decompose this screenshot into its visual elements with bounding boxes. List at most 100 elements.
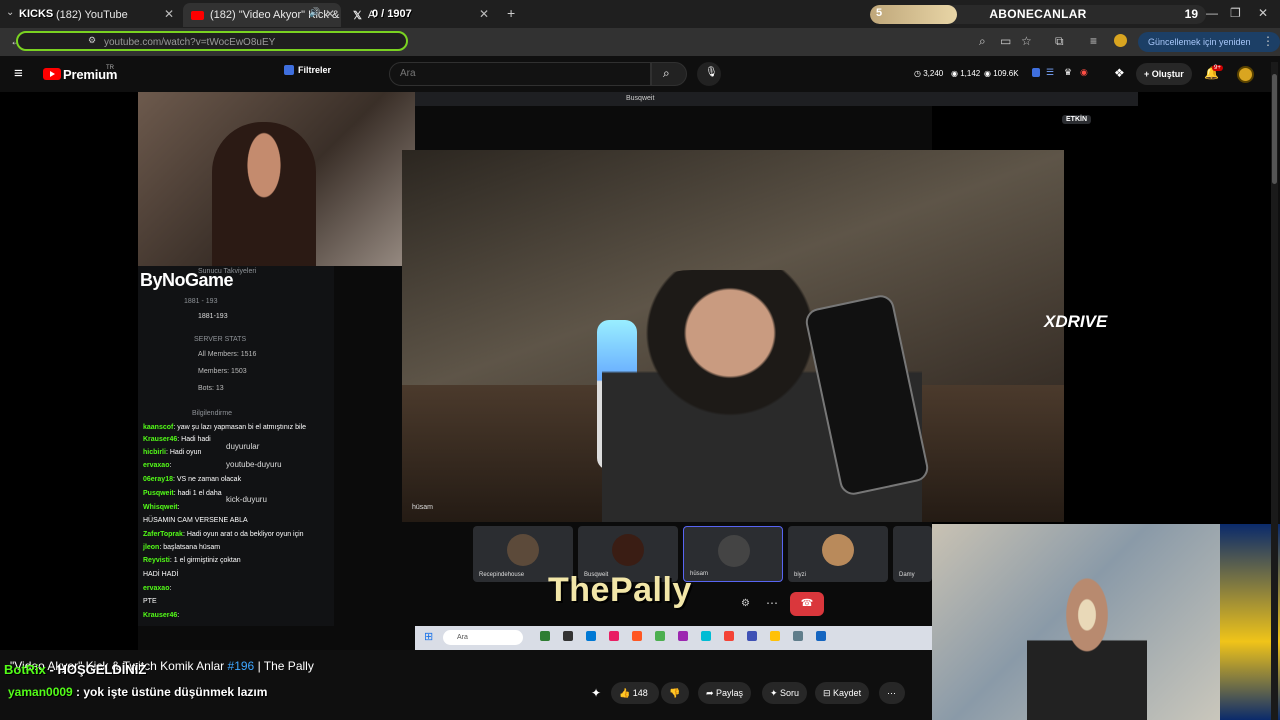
new-tab-button[interactable]: +: [507, 5, 515, 21]
maximize-icon[interactable]: ❐: [1230, 6, 1241, 20]
chat-username: ZaferToprak: [143, 531, 183, 538]
taskbar-app-icon[interactable]: [655, 631, 665, 641]
taskbar-app-icon[interactable]: [816, 631, 826, 641]
participant-name: Damy: [899, 572, 915, 578]
chat-username: ervaxao: [143, 462, 170, 469]
close-icon[interactable]: ✕: [325, 7, 335, 21]
url-text[interactable]: youtube.com/watch?v=tWocEwO8uEY: [104, 37, 275, 48]
taskbar-app-icon[interactable]: [609, 631, 619, 641]
save-button[interactable]: ⊟ Kaydet: [815, 682, 870, 704]
windows-start-icon[interactable]: ⊞: [424, 630, 433, 643]
stat-b-value: 1,142: [960, 69, 981, 78]
voice-search-button[interactable]: 🎙: [697, 62, 721, 86]
tab-menu-icon[interactable]: ⌄: [6, 7, 14, 18]
chat-message: :: [169, 585, 172, 592]
ask-button[interactable]: ✦ Soru: [762, 682, 808, 704]
bookmark-star-icon[interactable]: ☆: [1021, 34, 1032, 48]
reading-list-icon[interactable]: ≡: [1090, 34, 1097, 48]
list-icon[interactable]: ☰: [1046, 67, 1054, 78]
more-actions-button[interactable]: ⋯: [879, 682, 905, 704]
browser-menu-icon[interactable]: ⋮: [1262, 34, 1274, 48]
youtube-icon: [191, 10, 204, 20]
participant-tile[interactable]: Damy: [893, 526, 932, 582]
discord-stream-view: [402, 150, 1064, 522]
chat-username: kaanscof: [143, 424, 174, 431]
tab-youtube[interactable]: (182) YouTube ✕: [48, 3, 180, 27]
tab-video[interactable]: (182) "Video Akyor" Kick & 🔊 ✕: [183, 3, 341, 27]
more-icon[interactable]: ⋯: [766, 596, 778, 610]
discord-side-item: 1881 - 193: [184, 298, 218, 305]
stat-c: ◉ 109.6K: [984, 69, 1019, 78]
chat-line: Krauser46:: [143, 612, 179, 619]
taskbar-app-icon[interactable]: [701, 631, 711, 641]
participant-tile[interactable]: biyzi: [788, 526, 888, 582]
stat-a-value: 3,240: [923, 69, 944, 78]
extensions-icon[interactable]: ⧉: [1055, 34, 1064, 49]
share-label: Paylaş: [716, 688, 744, 698]
stat-b: ◉ 1,142: [951, 69, 981, 78]
taskbar-app-icon[interactable]: [678, 631, 688, 641]
minimize-icon[interactable]: —: [1206, 6, 1218, 20]
taskbar-app-icon[interactable]: [724, 631, 734, 641]
chat-message: :: [177, 504, 180, 511]
search-button[interactable]: ⌕: [651, 62, 687, 86]
cup-icon[interactable]: ♛: [1064, 67, 1072, 78]
dislike-button[interactable]: 👎: [661, 682, 689, 704]
taskbar-app-icon[interactable]: [747, 631, 757, 641]
site-info-icon[interactable]: ⚙: [88, 35, 96, 46]
extension-icon[interactable]: [1032, 68, 1040, 77]
microphone-icon: 🎙: [705, 67, 718, 78]
youtube-logo-icon[interactable]: [43, 68, 61, 80]
chat-username: Pusqweit: [143, 490, 174, 497]
taskbar-search[interactable]: Ara: [443, 630, 523, 645]
zoom-icon[interactable]: ⌕: [979, 34, 986, 49]
profile-icon[interactable]: [1114, 34, 1127, 47]
avatar[interactable]: [1237, 66, 1254, 83]
chat-line: HÜSAMIN CAM VERSENE ABLA: [143, 517, 248, 524]
search-input[interactable]: Ara: [389, 62, 651, 86]
avatar: [718, 535, 750, 567]
scrollbar-thumb[interactable]: [1272, 74, 1277, 184]
avatar: [612, 534, 644, 566]
close-icon[interactable]: ✕: [164, 7, 174, 21]
subscriber-goal-label: ABONECANLAR: [989, 7, 1087, 21]
restart-to-update-button[interactable]: Güncellemek için yeniden başlat: [1138, 32, 1280, 67]
apps-icon[interactable]: ❖: [1114, 66, 1125, 80]
streamer-facecam: [138, 92, 415, 266]
discord-side-item: SERVER STATS: [194, 336, 247, 343]
taskbar-app-icon[interactable]: [586, 631, 596, 641]
tab-x[interactable]: 𝕏 A ✕: [345, 3, 495, 27]
taskbar-app-icon[interactable]: [770, 631, 780, 641]
chat-line: PTE: [143, 598, 157, 605]
filters-label: Filtreler: [298, 65, 332, 75]
chat-line: ervaxao:: [143, 462, 171, 469]
chat-username: ervaxao: [143, 585, 170, 592]
chat-line: jleon: başlatsana hüsam: [143, 544, 220, 551]
speaker-name: hüsam: [412, 504, 434, 511]
taskbar-app-icon[interactable]: [793, 631, 803, 641]
like-button[interactable]: 👍 148: [611, 682, 659, 704]
page-scrollbar[interactable]: [1271, 62, 1278, 720]
create-button[interactable]: + Oluştur: [1136, 63, 1192, 85]
close-icon[interactable]: ✕: [479, 7, 489, 21]
settings-icon[interactable]: ⚙: [741, 598, 750, 609]
hamburger-menu-icon[interactable]: ≡: [14, 65, 23, 82]
sparkle-icon[interactable]: ✦: [591, 686, 601, 700]
taskbar-app-icon[interactable]: [632, 631, 642, 641]
video-title-hashtag[interactable]: #196: [228, 659, 255, 673]
like-count: 148: [632, 688, 648, 698]
participant-tile[interactable]: hüsam: [683, 526, 783, 582]
cast-icon[interactable]: ▭: [1000, 34, 1011, 48]
speaker-icon[interactable]: 🔊: [309, 7, 320, 18]
taskbar-app-icon[interactable]: [540, 631, 550, 641]
taskbar-app-icon[interactable]: [563, 631, 573, 641]
live-icon[interactable]: ◉: [1080, 67, 1088, 78]
status-badge: ETKİN: [1062, 115, 1091, 124]
bynogame-overlay: ByNoGame: [140, 270, 234, 290]
hang-up-button[interactable]: ☎: [790, 592, 824, 616]
sparkle-icon: ✦: [770, 688, 781, 698]
chat-message: HADİ HADİ: [143, 571, 179, 578]
share-button[interactable]: ➦ Paylaş: [698, 682, 752, 704]
filters-button[interactable]: Filtreler: [284, 65, 331, 75]
close-window-icon[interactable]: ✕: [1258, 6, 1268, 20]
